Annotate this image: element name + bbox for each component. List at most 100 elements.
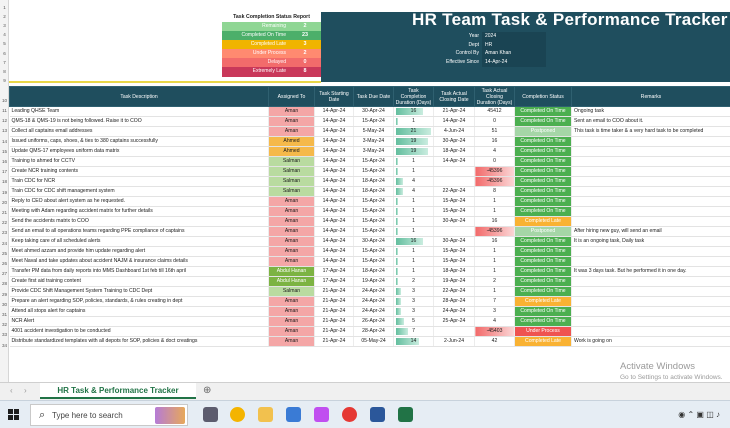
completion-status[interactable]: Completed On Time xyxy=(514,196,572,207)
completion-status[interactable]: Completed On Time xyxy=(514,176,572,187)
completion-duration[interactable]: 1 xyxy=(393,116,434,127)
completion-duration[interactable]: 1 xyxy=(393,226,434,237)
closing-date[interactable]: 22-Apr-24 xyxy=(433,286,475,297)
due-date[interactable]: 15-Apr-24 xyxy=(353,156,394,167)
due-date[interactable]: 15-Apr-24 xyxy=(353,216,394,227)
task-description[interactable]: 4001 accident investigation to be conduc… xyxy=(9,326,269,337)
completion-status[interactable]: Completed On Time xyxy=(514,256,572,267)
completion-duration[interactable]: 16 xyxy=(393,236,434,247)
closing-date[interactable]: 28-Apr-24 xyxy=(433,296,475,307)
remarks[interactable]: Ongoing task xyxy=(571,106,730,117)
task-description[interactable]: Send an email to all operations teams re… xyxy=(9,226,269,237)
assigned-to[interactable]: Salman xyxy=(268,286,315,297)
remarks[interactable]: It was 3 days task. But he performed it … xyxy=(571,266,730,277)
edge-icon[interactable] xyxy=(286,407,301,422)
task-description[interactable]: Prepare an alert regarding SOP, policies… xyxy=(9,296,269,307)
remarks[interactable] xyxy=(571,286,730,297)
table-row[interactable]: Distribute standardized templates with a… xyxy=(9,336,730,347)
closing-date[interactable]: 30-Apr-24 xyxy=(433,136,475,147)
actual-duration[interactable]: 1 xyxy=(474,286,515,297)
start-date[interactable]: 14-Apr-24 xyxy=(314,136,354,147)
meta-value[interactable]: 2024 xyxy=(482,32,546,41)
start-date[interactable]: 21-Apr-24 xyxy=(314,336,354,347)
row-number[interactable]: 10 xyxy=(0,96,9,105)
due-date[interactable]: 18-Apr-24 xyxy=(353,186,394,197)
completion-status[interactable]: Postponed xyxy=(514,126,572,137)
assigned-to[interactable]: Aman xyxy=(268,236,315,247)
closing-date[interactable] xyxy=(433,176,475,187)
remarks[interactable] xyxy=(571,316,730,327)
actual-duration[interactable]: 1 xyxy=(474,266,515,277)
meta-value[interactable]: 14-Apr-24 xyxy=(482,58,546,67)
closing-date[interactable] xyxy=(433,166,475,177)
assigned-to[interactable]: Aman xyxy=(268,116,315,127)
column-header[interactable]: Completion Status xyxy=(514,86,572,107)
due-date[interactable]: 15-Apr-24 xyxy=(353,196,394,207)
completion-status[interactable]: Completed On Time xyxy=(514,186,572,197)
start-date[interactable]: 14-Apr-24 xyxy=(314,246,354,257)
column-header[interactable]: Task Actual Closing Duration (Days) xyxy=(474,86,515,107)
row-number[interactable]: 17 xyxy=(0,167,9,176)
row-number[interactable]: 8 xyxy=(0,67,9,76)
table-row[interactable]: Update QMS-17 employees uniform data mat… xyxy=(9,146,730,157)
row-number[interactable]: 11 xyxy=(0,106,9,115)
row-number[interactable]: 27 xyxy=(0,269,9,278)
completion-status[interactable]: Completed Late xyxy=(514,296,572,307)
actual-duration[interactable]: 0 xyxy=(474,156,515,167)
remarks[interactable] xyxy=(571,306,730,317)
assigned-to[interactable]: Salman xyxy=(268,156,315,167)
row-number[interactable]: 32 xyxy=(0,320,9,329)
completion-status[interactable]: Completed Late xyxy=(514,216,572,227)
row-number[interactable]: 1 xyxy=(0,3,9,12)
system-tray[interactable]: ◉ ⌃ ▣ ◫ ♪ xyxy=(678,410,720,419)
completion-status[interactable]: Under Process xyxy=(514,326,572,337)
assigned-to[interactable]: Aman xyxy=(268,336,315,347)
due-date[interactable]: 24-Apr-24 xyxy=(353,306,394,317)
excel-icon[interactable] xyxy=(398,407,413,422)
completion-duration[interactable]: 1 xyxy=(393,266,434,277)
table-row[interactable]: Send the accidents matrix to COO Aman 14-A… xyxy=(9,216,730,227)
completion-duration[interactable]: 1 xyxy=(393,156,434,167)
sheet-tab[interactable]: HR Task & Performance Tracker xyxy=(40,383,196,399)
row-number[interactable]: 33 xyxy=(0,330,9,339)
closing-date[interactable]: 21-Apr-24 xyxy=(433,106,475,117)
completion-duration[interactable]: 1 xyxy=(393,206,434,217)
start-date[interactable]: 21-Apr-24 xyxy=(314,316,354,327)
start-date[interactable]: 14-Apr-24 xyxy=(314,216,354,227)
completion-status[interactable]: Completed On Time xyxy=(514,276,572,287)
task-description[interactable]: Attend all stops alert for captains xyxy=(9,306,269,317)
remarks[interactable] xyxy=(571,176,730,187)
row-number[interactable]: 6 xyxy=(0,49,9,58)
closing-date[interactable]: 18-Apr-24 xyxy=(433,266,475,277)
column-header[interactable]: Task Due Date xyxy=(353,86,394,107)
due-date[interactable]: 18-Apr-24 xyxy=(353,176,394,187)
start-date[interactable]: 21-Apr-24 xyxy=(314,286,354,297)
remarks[interactable] xyxy=(571,206,730,217)
closing-date[interactable]: 15-Apr-24 xyxy=(433,206,475,217)
actual-duration[interactable]: -45403 xyxy=(474,326,515,337)
row-number[interactable]: 5 xyxy=(0,39,9,48)
remarks[interactable]: This task is time taker & a very hard ta… xyxy=(571,126,730,137)
actual-duration[interactable]: -45396 xyxy=(474,226,515,237)
remarks[interactable] xyxy=(571,136,730,147)
assigned-to[interactable]: Aman xyxy=(268,206,315,217)
closing-date[interactable]: 14-Apr-24 xyxy=(433,116,475,127)
closing-date[interactable]: 15-Apr-24 xyxy=(433,256,475,267)
start-date[interactable]: 14-Apr-24 xyxy=(314,256,354,267)
completion-duration[interactable]: 5 xyxy=(393,316,434,327)
word-icon[interactable] xyxy=(370,407,385,422)
closing-date[interactable]: 15-Apr-24 xyxy=(433,246,475,257)
completion-status[interactable]: Completed Late xyxy=(514,336,572,347)
task-description[interactable]: Transfer PM data from daily reports into… xyxy=(9,266,269,277)
actual-duration[interactable]: 51 xyxy=(474,126,515,137)
task-description[interactable]: QMS-18 & QMS-19 is not being followed. R… xyxy=(9,116,269,127)
column-header[interactable]: Task Actual Closing Date xyxy=(433,86,475,107)
table-row[interactable]: Attend all stops alert for captains Aman 2… xyxy=(9,306,730,317)
start-date[interactable]: 21-Apr-24 xyxy=(314,326,354,337)
row-number[interactable]: 24 xyxy=(0,239,9,248)
actual-duration[interactable]: 1 xyxy=(474,206,515,217)
completion-status[interactable]: Completed On Time xyxy=(514,156,572,167)
task-description[interactable]: Meet ahmed azzam and provide him update … xyxy=(9,246,269,257)
task-view-icon[interactable] xyxy=(203,407,218,422)
completion-status[interactable]: Completed On Time xyxy=(514,266,572,277)
